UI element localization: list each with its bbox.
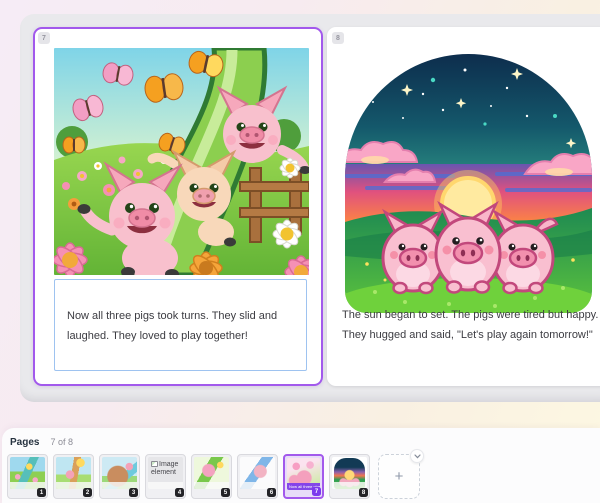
pigs-on-slide-illustration [54,48,309,275]
thumbnail-image [240,457,275,489]
page-thumbnail-strip: 1 2 3 Image element 4 5 6 Now all three … [7,449,424,499]
thumbnail-page-3[interactable]: 3 [99,454,140,499]
thumbnail-number-badge: 1 [37,488,46,497]
pages-count: 7 of 8 [50,437,73,447]
pages-title: Pages [10,437,40,448]
thumbnail-image-broken: Image element [148,457,183,489]
thumbnail-page-4[interactable]: Image element 4 [145,454,186,499]
pigs-sunset-illustration [345,54,592,313]
thumbnail-number-badge: 2 [83,488,92,497]
thumbnail-number-badge: 5 [221,488,230,497]
thumbnail-image [194,457,229,489]
thumbnail-number-badge: 6 [267,488,276,497]
pages-panel-header: Pages 7 of 8 [2,428,600,448]
thumbnail-page-1[interactable]: 1 [7,454,48,499]
page-7-text-box[interactable]: Now all three pigs took turns. They slid… [54,279,307,371]
page-7-card[interactable]: 7 Now all three pigs took turns. They sl… [33,27,323,386]
thumbnail-image [332,457,367,489]
chevron-down-icon [413,453,421,458]
broken-image-label: Image element [151,461,179,476]
thumbnail-page-2[interactable]: 2 [53,454,94,499]
pages-panel: Pages 7 of 8 1 2 3 Image element 4 5 6 N… [2,428,600,503]
add-page-button[interactable]: + [378,449,424,499]
broken-image-icon [151,461,158,467]
thumbnail-page-6[interactable]: 6 [237,454,278,499]
thumbnail-image [102,457,137,489]
page-8-card[interactable]: 8 The sun began to set. The pigs were ti… [327,27,600,386]
page-7-text: Now all three pigs took turns. They slid… [67,310,278,342]
thumbnail-number-badge: 8 [359,488,368,497]
thumbnail-number-badge: 4 [175,488,184,497]
thumbnail-image [10,457,45,489]
thumbnail-page-5[interactable]: 5 [191,454,232,499]
thumbnail-image [56,457,91,489]
editor-canvas: 7 Now all three pigs took turns. They sl… [20,14,600,402]
page-number-badge: 8 [332,32,344,44]
page-8-text[interactable]: The sun began to set. The pigs were tire… [342,305,600,345]
page-7-illustration[interactable] [54,48,309,275]
page-8-illustration[interactable] [345,54,592,313]
plus-icon: + [394,468,404,485]
thumbnail-image: Now all three pigs t [287,458,320,490]
thumbnail-page-7-selected[interactable]: Now all three pigs t 7 [283,454,324,499]
thumbnail-number-badge: 7 [312,487,321,496]
thumbnail-number-badge: 3 [129,488,138,497]
thumbnail-page-8[interactable]: 8 [329,454,370,499]
add-page-options-button[interactable] [410,449,424,463]
page-number-badge: 7 [38,32,50,44]
